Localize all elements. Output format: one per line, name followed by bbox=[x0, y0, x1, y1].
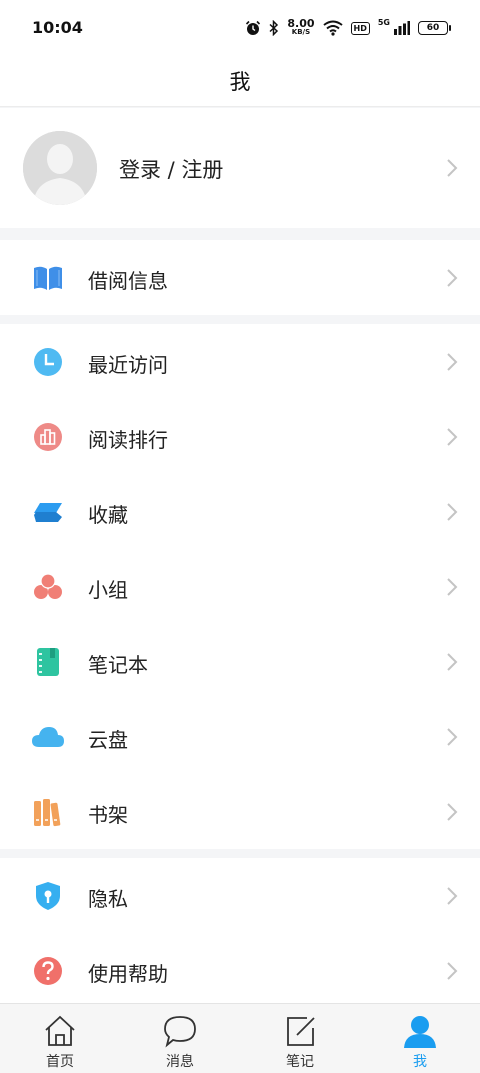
menu-item-label: 隐私 bbox=[88, 887, 128, 911]
user-icon bbox=[404, 1016, 436, 1048]
tab-label: 消息 bbox=[166, 1054, 194, 1070]
cloud-icon bbox=[32, 727, 64, 747]
menu-item-favorites[interactable]: 收藏 bbox=[0, 474, 480, 549]
menu-item-label: 笔记本 bbox=[88, 653, 148, 677]
signal-icon bbox=[394, 21, 410, 35]
bottom-tab-bar: 首页 消息 笔记 我 bbox=[0, 1003, 480, 1073]
menu-item-borrow-info[interactable]: 借阅信息 bbox=[0, 240, 480, 315]
message-icon bbox=[164, 1016, 196, 1048]
net-speed-unit: KB/S bbox=[291, 28, 311, 36]
menu-item-notebook[interactable]: 笔记本 bbox=[0, 624, 480, 699]
chevron-right-icon bbox=[447, 353, 458, 371]
menu-group-settings: 隐私 使用帮助 bbox=[0, 858, 480, 1003]
avatar-silhouette-icon bbox=[23, 131, 97, 205]
avatar bbox=[23, 131, 97, 205]
network-type: 5G bbox=[377, 17, 390, 27]
tab-notes[interactable]: 笔记 bbox=[240, 1004, 360, 1073]
menu-item-label: 阅读排行 bbox=[88, 428, 168, 452]
chevron-right-icon bbox=[447, 728, 458, 746]
note-icon bbox=[287, 1017, 315, 1046]
menu-item-privacy[interactable]: 隐私 bbox=[0, 858, 480, 933]
tab-home[interactable]: 首页 bbox=[0, 1004, 120, 1073]
tab-me[interactable]: 我 bbox=[360, 1004, 480, 1073]
menu-item-label: 使用帮助 bbox=[88, 962, 168, 986]
network-speed: 8.00 KB/S bbox=[287, 17, 315, 37]
ranking-icon bbox=[34, 423, 62, 451]
status-bar: 10:04 8.00 KB/S HD 5G 60 bbox=[0, 0, 480, 56]
wifi-icon bbox=[322, 20, 343, 36]
tab-label: 笔记 bbox=[286, 1054, 314, 1070]
battery-icon: 60 bbox=[418, 21, 451, 35]
layers-icon bbox=[34, 503, 62, 522]
chevron-right-icon bbox=[447, 269, 458, 287]
menu-item-label: 最近访问 bbox=[88, 353, 168, 377]
chevron-right-icon bbox=[447, 887, 458, 905]
page-title: 我 bbox=[229, 70, 251, 94]
chevron-right-icon bbox=[447, 503, 458, 521]
menu-item-bookshelf[interactable]: 书架 bbox=[0, 774, 480, 849]
battery-level: 60 bbox=[426, 23, 440, 33]
menu-group-main: 最近访问 阅读排行 收藏 小组 笔记本 云盘 书架 bbox=[0, 324, 480, 849]
chevron-right-icon bbox=[447, 578, 458, 596]
menu-item-reading-rank[interactable]: 阅读排行 bbox=[0, 399, 480, 474]
menu-item-recent-visits[interactable]: 最近访问 bbox=[0, 324, 480, 399]
chevron-right-icon bbox=[447, 653, 458, 671]
menu-item-label: 书架 bbox=[88, 803, 128, 827]
tab-label: 我 bbox=[413, 1054, 427, 1070]
status-icons: 8.00 KB/S HD 5G 60 bbox=[245, 16, 451, 40]
menu-item-label: 收藏 bbox=[88, 503, 128, 527]
book-icon bbox=[34, 266, 62, 290]
hd-badge: HD bbox=[350, 21, 370, 35]
menu-item-help[interactable]: 使用帮助 bbox=[0, 933, 480, 1003]
group-icon bbox=[34, 573, 62, 599]
clock-icon bbox=[34, 348, 62, 376]
menu-item-label: 云盘 bbox=[88, 728, 128, 752]
shield-icon bbox=[36, 882, 60, 910]
net-speed-value: 8.00 bbox=[287, 17, 315, 30]
login-row[interactable]: 登录 / 注册 bbox=[0, 108, 480, 228]
chevron-right-icon bbox=[447, 428, 458, 446]
menu-item-cloud-drive[interactable]: 云盘 bbox=[0, 699, 480, 774]
status-time: 10:04 bbox=[32, 18, 83, 37]
menu-group-borrow: 借阅信息 bbox=[0, 240, 480, 315]
bluetooth-icon bbox=[269, 20, 279, 36]
menu-item-label: 借阅信息 bbox=[88, 269, 168, 293]
nav-bar: 我 bbox=[0, 56, 480, 107]
chevron-right-icon bbox=[447, 159, 458, 177]
bookshelf-icon bbox=[34, 799, 61, 827]
login-register-label: 登录 / 注册 bbox=[119, 158, 224, 182]
tab-label: 首页 bbox=[46, 1054, 74, 1070]
tab-messages[interactable]: 消息 bbox=[120, 1004, 240, 1073]
menu-item-label: 小组 bbox=[88, 578, 128, 602]
notebook-icon bbox=[37, 648, 59, 676]
help-icon bbox=[34, 957, 62, 985]
chevron-right-icon bbox=[447, 803, 458, 821]
menu-item-groups[interactable]: 小组 bbox=[0, 549, 480, 624]
alarm-icon bbox=[246, 20, 261, 35]
home-icon bbox=[45, 1015, 75, 1046]
chevron-right-icon bbox=[447, 962, 458, 980]
